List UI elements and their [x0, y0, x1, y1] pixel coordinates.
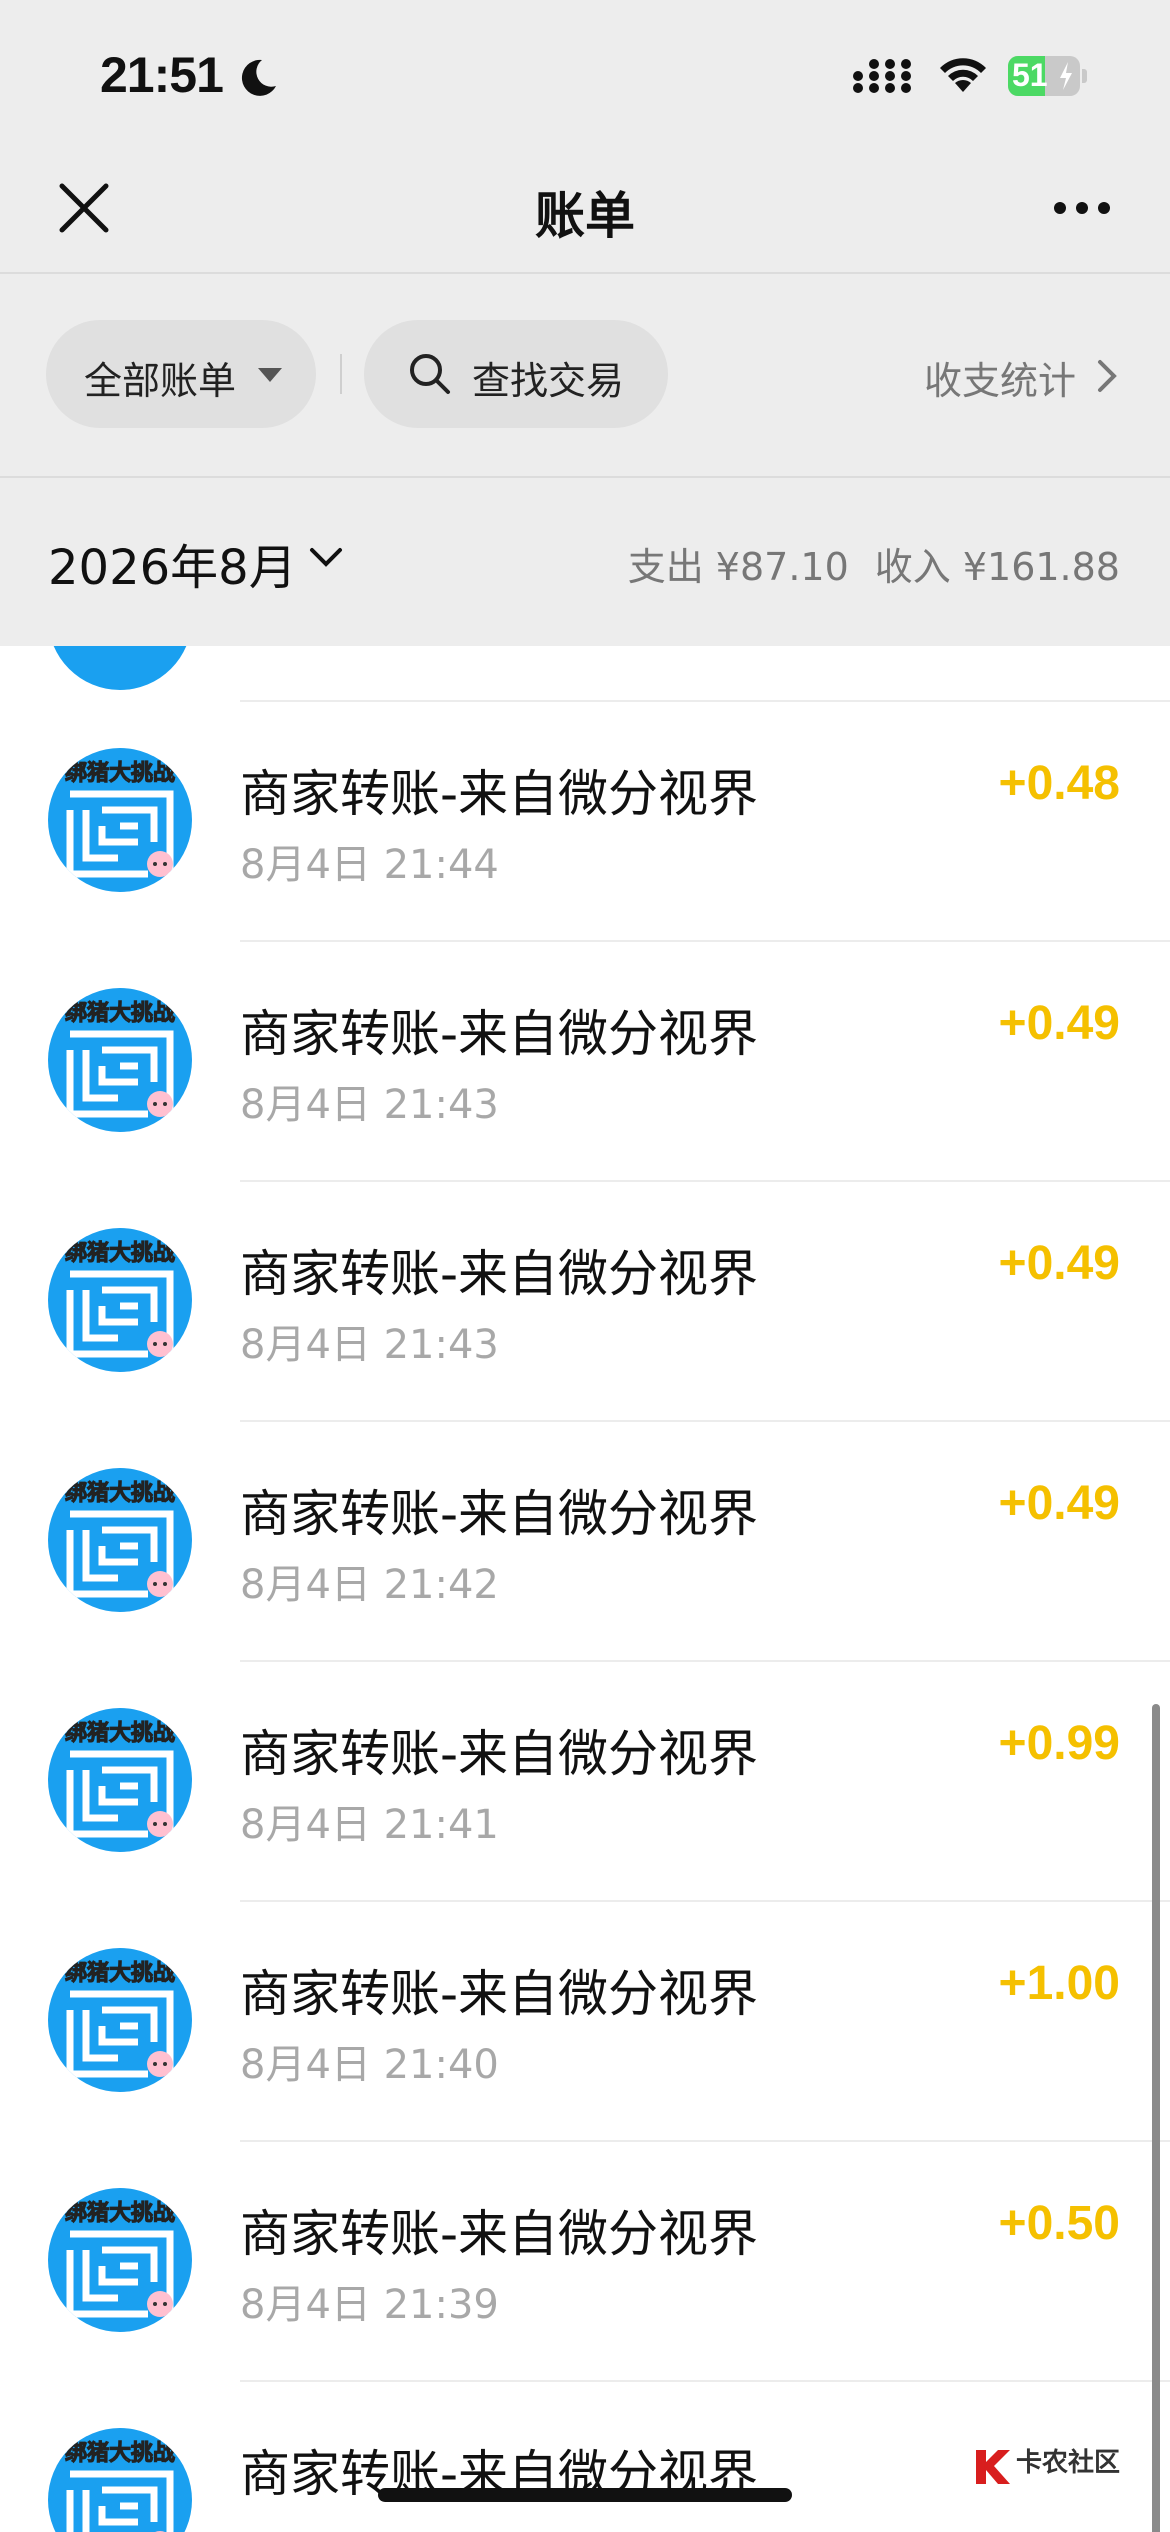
transaction-amount: +0.49 — [998, 1237, 1120, 1290]
chevron-right-icon — [1098, 360, 1117, 392]
transaction-time: 8月4日 21:41 — [240, 1802, 499, 1848]
transaction-time: 8月4日 21:44 — [240, 842, 499, 888]
transaction-title: 商家转账-来自微分视界 — [240, 1485, 759, 1543]
cellular-signal-icon — [853, 59, 911, 93]
transaction-time: 8月4日 21:39 — [240, 2282, 499, 2328]
svg-text:绑猪大挑战: 绑猪大挑战 — [65, 760, 175, 786]
watermark-logo-icon — [976, 2450, 1010, 2484]
transaction-time: 8月4日 21:43 — [240, 1082, 499, 1128]
moon-icon — [241, 59, 276, 96]
month-summary: 支出 ¥87.10 收入 ¥161.88 — [628, 536, 1120, 591]
merchant-avatar — [48, 646, 192, 690]
merchant-avatar: 绑猪大挑战 — [48, 2428, 192, 2532]
transaction-amount: +0.49 — [998, 1477, 1120, 1530]
merchant-avatar: 绑猪大挑战 — [48, 1708, 192, 1852]
battery-percent: 51 — [1012, 57, 1048, 93]
svg-text:绑猪大挑战: 绑猪大挑战 — [65, 1960, 175, 1986]
transaction-title: 商家转账-来自微分视界 — [240, 1965, 759, 2023]
transaction-amount: +1.00 — [998, 1957, 1120, 2010]
merchant-avatar: 绑猪大挑战 — [48, 988, 192, 1132]
page-title: 账单 — [535, 187, 635, 245]
transaction-amount: +0.49 — [998, 997, 1120, 1050]
wifi-icon — [940, 58, 986, 92]
transaction-row[interactable]: 绑猪大挑战 商家转账-来自微分视界 8月4日 21:41 +0.99 — [0, 1662, 1170, 1902]
income-total: 收入 ¥161.88 — [874, 545, 1120, 589]
svg-text:绑猪大挑战: 绑猪大挑战 — [65, 1240, 175, 1266]
all-bills-dropdown[interactable]: 全部账单 — [46, 320, 316, 428]
transaction-time: 8月4日 21:42 — [240, 1562, 499, 1608]
merchant-avatar: 绑猪大挑战 — [48, 1948, 192, 2092]
merchant-avatar: 绑猪大挑战 — [48, 1468, 192, 1612]
svg-text:绑猪大挑战: 绑猪大挑战 — [65, 1000, 175, 1026]
transaction-time: 8月4日 21:43 — [240, 1322, 499, 1368]
transaction-title: 商家转账-来自微分视界 — [240, 1005, 759, 1063]
stats-label: 收支统计 — [924, 359, 1077, 403]
transaction-row[interactable]: 绑猪大挑战 商家转账-来自微分视界 8月4日 21:42 +0.49 — [0, 1422, 1170, 1662]
transaction-title: 商家转账-来自微分视界 — [240, 2205, 759, 2263]
chevron-down-icon[interactable] — [308, 546, 344, 570]
transaction-row[interactable]: 绑猪大挑战 商家转账-来自微分视界 8月4日 21:40 +1.00 — [0, 1902, 1170, 2142]
more-options-icon[interactable] — [1052, 196, 1112, 220]
filter-bar: 全部账单 查找交易 收支统计 — [0, 274, 1170, 476]
transaction-title: 商家转账-来自微分视界 — [240, 765, 759, 823]
search-transactions-button[interactable]: 查找交易 — [364, 320, 668, 428]
merchant-avatar: 绑猪大挑战 — [48, 748, 192, 892]
transaction-row[interactable]: 绑猪大挑战 商家转账-来自微分视界 8月4日 21:43 +0.49 — [0, 942, 1170, 1182]
transaction-row[interactable]: 绑猪大挑战 商家转账-来自微分视界 8月4日 21:39 +0.50 — [0, 2142, 1170, 2382]
svg-text:绑猪大挑战: 绑猪大挑战 — [65, 2440, 175, 2466]
transaction-list: 绑猪大挑战 商家转账-来自微分视界 8月4日 21:44 +0.48 绑猪大挑战 商… — [0, 646, 1170, 2532]
transaction-amount: +0.50 — [998, 2197, 1120, 2250]
filter-separator — [340, 354, 342, 394]
transaction-amount: +0.99 — [998, 1717, 1120, 1770]
search-label: 查找交易 — [472, 359, 625, 403]
transaction-title: 商家转账-来自微分视界 — [240, 1245, 759, 1303]
transaction-row[interactable]: 绑猪大挑战 商家转账-来自微分视界 8月4日 21:44 +0.48 — [0, 702, 1170, 942]
status-bar: 21:51 51 — [0, 0, 1170, 150]
expense-total: 支出 ¥87.10 — [627, 545, 849, 589]
caret-down-icon — [258, 368, 282, 382]
all-bills-label: 全部账单 — [84, 359, 237, 403]
income-expense-stats-link[interactable]: 收支统计 — [924, 350, 1117, 405]
month-header: 2026年8月 支出 ¥87.10 收入 ¥161.88 — [0, 478, 1170, 646]
charging-bolt-icon — [1060, 62, 1072, 90]
transaction-amount: +0.48 — [998, 757, 1120, 810]
search-icon — [410, 354, 450, 394]
watermark-text: 卡农社区 — [1016, 2448, 1121, 2478]
month-selector[interactable]: 2026年8月 — [48, 528, 297, 598]
home-indicator[interactable] — [378, 2488, 792, 2502]
scrollbar[interactable] — [1152, 1704, 1160, 2532]
status-time: 21:51 — [100, 47, 224, 103]
transaction-title: 商家转账-来自微分视界 — [240, 1725, 759, 1783]
transaction-row[interactable]: 绑猪大挑战 商家转账-来自微分视界 8月4日 21:43 +0.49 — [0, 1182, 1170, 1422]
merchant-avatar: 绑猪大挑战 — [48, 2188, 192, 2332]
transaction-time: 8月4日 21:40 — [240, 2042, 499, 2088]
watermark: 卡农社区 — [972, 2440, 1142, 2492]
navigation-bar: 账单 — [0, 150, 1170, 272]
svg-text:绑猪大挑战: 绑猪大挑战 — [65, 1720, 175, 1746]
svg-text:绑猪大挑战: 绑猪大挑战 — [65, 1480, 175, 1506]
battery-icon: 51 — [1008, 56, 1088, 96]
svg-text:绑猪大挑战: 绑猪大挑战 — [65, 2200, 175, 2226]
merchant-avatar: 绑猪大挑战 — [48, 1228, 192, 1372]
